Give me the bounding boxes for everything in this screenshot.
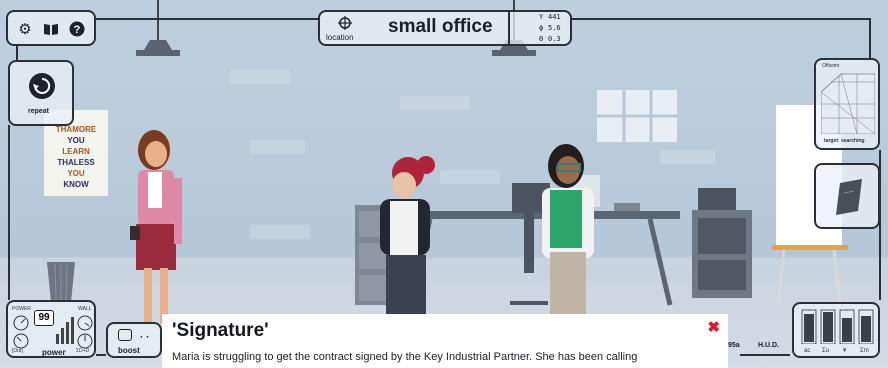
folder-icon [836,179,862,215]
book-icon[interactable] [42,20,60,38]
level-bars [801,309,874,344]
frame-line [8,125,10,300]
gear-icon[interactable]: ⚙ [16,20,34,38]
power-gauge-icon [13,333,29,349]
character-pink-jacket [130,130,182,324]
location-label: location [326,33,354,42]
dialog-text: Maria is struggling to get the contract … [172,351,638,363]
top-left-toolbar: ⚙ ? [6,10,96,46]
wall-brick [250,225,310,239]
location-title: small office [388,16,493,37]
wall-brick [250,140,305,154]
bar-label: ¥ [843,348,847,354]
frame-line [96,354,106,356]
repeat-button[interactable]: repeat [8,60,74,126]
bar-label: Σm [860,348,869,354]
repeat-label: repeat [28,108,50,115]
dialog-title: 'Signature' [172,320,269,341]
trash-can [47,262,75,302]
wall-brick [230,70,290,84]
poster-line: KNOW [63,180,89,189]
boost-dots: · · [140,332,150,343]
bar-label: Σu [822,348,830,354]
item-slot[interactable] [814,163,880,229]
stat-value: 5.6 [548,24,561,32]
close-icon[interactable]: ✖ [707,318,720,336]
power-panel: POWER WALL [Out] ΣD+D 99 power [6,300,96,358]
power-top-left: POWER [12,306,31,312]
poster-line: YOU [67,169,85,178]
dialog-box: 'Signature' ✖ Maria is struggling to get… [162,314,728,368]
character-green-shirt [542,144,594,318]
stat-value: 441 [548,13,561,21]
frame-line [869,18,871,58]
frame-line [572,18,870,20]
boost-button[interactable]: · · boost [106,322,162,358]
office-window [597,90,677,142]
hud-left-value: 95a [728,342,740,349]
power-gauge-icon [77,315,93,331]
poster-line: THALESS [57,158,95,167]
power-gauge-icon [13,315,29,331]
character-red-hair [380,156,435,319]
frame-line [96,18,318,20]
minimap-header: Offsetm [822,63,840,69]
minimap-footer: target: searching [824,138,865,144]
minimap-grid [821,73,875,134]
panel-divider [508,12,510,46]
poster-line: YOU [67,136,85,145]
power-gauge-icon [77,333,93,349]
frame-line [740,354,790,356]
crosshair-icon[interactable] [338,16,352,30]
stat-icon: Y [539,13,544,21]
boost-icon [118,329,132,341]
stat-icon: ϕ [539,24,544,32]
power-bars [56,317,74,344]
wall-brick [400,96,470,110]
power-top-right: WALL [78,306,92,312]
svg-text:?: ? [74,24,81,36]
help-icon[interactable]: ? [68,20,86,38]
hud-label[interactable]: H.U.D. [758,342,779,349]
frame-line [16,46,18,60]
wall-brick [660,150,715,164]
poster-line: LEARN [62,147,90,156]
minimap-panel[interactable]: Offsetm target: searching [814,58,880,150]
side-cabinet [692,188,752,298]
boost-label: boost [118,346,140,355]
stat-icon: Θ [539,35,544,43]
bars-panel: ac Σu ¥ Σm [792,302,880,358]
repeat-icon [29,73,55,99]
power-label: power [42,348,66,357]
stat-value: 0.3 [548,35,561,43]
ceiling-lamp [136,0,180,56]
game-scene: THAMORE YOU LEARN THALESS YOU KNOW ⚙ ? r… [0,0,888,368]
power-value: 99 [34,310,54,326]
bar-label: ac [804,348,811,354]
